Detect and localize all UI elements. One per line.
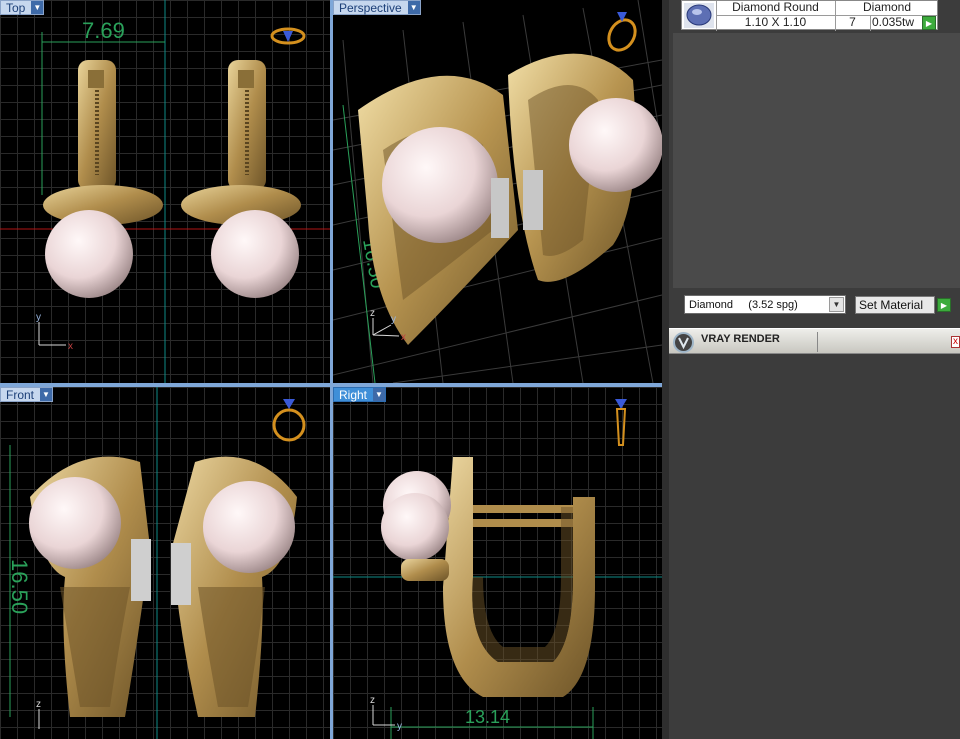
material-select-value: Diamond (3.52 spg) bbox=[689, 298, 798, 311]
viewport-label-text: Top bbox=[6, 0, 26, 15]
axis-x-label: x bbox=[68, 341, 73, 352]
stone-play-button[interactable]: ▶ bbox=[922, 16, 936, 30]
vray-logo-icon bbox=[673, 332, 694, 353]
header-separator bbox=[817, 332, 818, 352]
axis-y-label: y bbox=[391, 314, 396, 325]
stone-material-header: Diamond bbox=[862, 0, 912, 14]
stone-name-header: Diamond Round bbox=[732, 0, 819, 14]
panel-gutter bbox=[662, 0, 669, 739]
viewport-label-front[interactable]: Front ▼ bbox=[0, 387, 54, 402]
perspective-view-render: 16.50 z y x bbox=[333, 0, 662, 383]
viewport-menu-chevron-icon[interactable]: ▼ bbox=[407, 1, 420, 14]
viewport-divider-vertical[interactable] bbox=[330, 0, 333, 739]
stone-size: 1.10 X 1.10 bbox=[744, 15, 807, 29]
axis-z-label: z bbox=[370, 308, 375, 319]
viewport-label-right[interactable]: Right ▼ bbox=[333, 387, 387, 402]
stone-count: 7 bbox=[849, 15, 856, 29]
viewport-top[interactable]: 7.69 y x Top ▼ bbox=[0, 0, 330, 383]
viewport-label-text: Perspective bbox=[339, 0, 402, 15]
front-view-render: 16.50 z bbox=[7, 387, 306, 739]
view-orientation-ring-icon bbox=[607, 12, 637, 52]
view-orientation-ring-icon bbox=[272, 399, 306, 442]
axis-x-label: x bbox=[401, 332, 406, 343]
vray-render-title: VRAY RENDER bbox=[701, 333, 780, 345]
properties-panel: Diamond Round Diamond 1.10 X 1.10 7 0.03… bbox=[669, 0, 960, 739]
view-orientation-ring-icon bbox=[270, 27, 306, 45]
viewport-label-text: Right bbox=[339, 387, 368, 402]
top-dimension-text: 7.69 bbox=[82, 18, 125, 43]
view-orientation-ring-icon bbox=[615, 399, 627, 446]
axis-y-label: y bbox=[36, 312, 41, 323]
right-view-render: 13.14 z y bbox=[333, 399, 662, 739]
material-select[interactable]: Diamond (3.52 spg) ▼ bbox=[684, 295, 846, 314]
viewport-front[interactable]: 16.50 z Front ▼ bbox=[0, 387, 330, 739]
viewport-label-text: Front bbox=[6, 387, 35, 402]
round-diamond-icon bbox=[684, 3, 714, 28]
axis-z-label: z bbox=[370, 695, 375, 706]
top-view-render: 7.69 y x bbox=[0, 0, 330, 383]
front-dimension-text: 16.50 bbox=[7, 559, 32, 614]
chevron-down-icon[interactable]: ▼ bbox=[829, 297, 844, 312]
viewport-menu-chevron-icon[interactable]: ▼ bbox=[373, 388, 386, 401]
close-icon[interactable]: x bbox=[951, 336, 960, 348]
vray-render-header[interactable]: VRAY RENDER x bbox=[669, 328, 960, 354]
viewport-perspective[interactable]: 16.50 z y x Perspective ▼ bbox=[333, 0, 662, 383]
table-divider bbox=[870, 15, 871, 31]
axis-z-label: z bbox=[36, 699, 41, 710]
stone-list-area bbox=[673, 33, 960, 288]
set-material-play-button[interactable]: ▶ bbox=[937, 298, 951, 312]
stone-weight: 0.035tw bbox=[872, 15, 915, 29]
stone-table: Diamond Round Diamond 1.10 X 1.10 7 0.03… bbox=[681, 0, 938, 31]
right-dimension-text: 13.14 bbox=[465, 707, 510, 727]
set-material-button[interactable]: Set Material bbox=[855, 296, 935, 314]
viewport-divider-horizontal[interactable] bbox=[0, 383, 662, 387]
axis-y-label: y bbox=[397, 721, 402, 732]
viewport-label-top[interactable]: Top ▼ bbox=[0, 0, 45, 15]
viewport-menu-chevron-icon[interactable]: ▼ bbox=[40, 388, 53, 401]
viewport-menu-chevron-icon[interactable]: ▼ bbox=[31, 1, 44, 14]
viewport-label-perspective[interactable]: Perspective ▼ bbox=[333, 0, 421, 15]
viewport-right[interactable]: 13.14 z y Right ▼ bbox=[333, 387, 662, 739]
set-material-label: Set Material bbox=[859, 298, 924, 312]
